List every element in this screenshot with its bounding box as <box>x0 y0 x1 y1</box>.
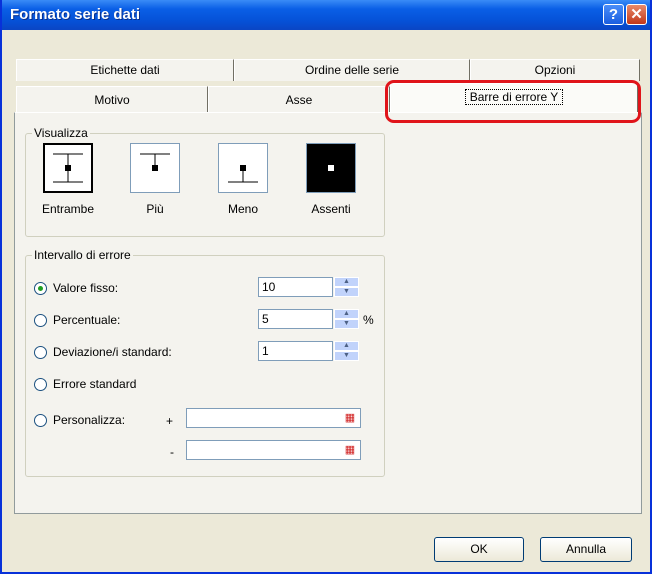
display-plus-label: Più <box>146 202 164 216</box>
display-minus-label: Meno <box>227 202 259 216</box>
visualizza-group: Visualizza Entrambe Più Meno Assenti <box>25 126 385 237</box>
range-select-icon[interactable]: ▦ <box>341 441 359 459</box>
tab-ordine-delle-serie[interactable]: Ordine delle serie <box>234 59 470 81</box>
display-plus-button[interactable] <box>130 143 180 193</box>
spin-up-icon[interactable]: ▲ <box>334 277 359 287</box>
errore-standard-label: Errore standard <box>53 377 137 391</box>
percentuale-label: Percentuale: <box>53 313 121 327</box>
tab-etichette-dati[interactable]: Etichette dati <box>16 59 234 81</box>
valore-fisso-spinner[interactable]: ▲ ▼ <box>334 277 359 297</box>
ok-button[interactable]: OK <box>434 537 524 562</box>
spin-down-icon[interactable]: ▼ <box>334 319 359 329</box>
valore-fisso-input[interactable]: 10 <box>258 277 333 297</box>
error-bar-minus-icon <box>228 165 258 183</box>
errore-standard-radio[interactable] <box>34 378 47 391</box>
highlight-annotation <box>385 80 641 123</box>
deviazione-radio[interactable] <box>34 346 47 359</box>
plus-sign: + <box>166 414 174 428</box>
dialog-window: Formato serie dati ? ✕ Etichette dati Or… <box>0 0 652 574</box>
display-minus-button[interactable] <box>218 143 268 193</box>
spin-down-icon[interactable]: ▼ <box>334 351 359 361</box>
percentuale-input[interactable]: 5 <box>258 309 333 329</box>
spin-up-icon[interactable]: ▲ <box>334 309 359 319</box>
valore-fisso-label: Valore fisso: <box>53 281 119 295</box>
close-button[interactable]: ✕ <box>626 4 647 25</box>
tab-motivo[interactable]: Motivo <box>16 86 208 112</box>
visualizza-title: Visualizza <box>32 126 90 140</box>
title-bar[interactable]: Formato serie dati ? ✕ <box>2 0 650 30</box>
deviazione-input[interactable]: 1 <box>258 341 333 361</box>
valore-fisso-radio[interactable] <box>34 282 47 295</box>
tab-asse[interactable]: Asse <box>208 86 390 112</box>
window-title: Formato serie dati <box>10 6 141 23</box>
personalizza-label: Personalizza: <box>53 413 126 427</box>
error-bar-both-icon <box>53 153 83 183</box>
spin-down-icon[interactable]: ▼ <box>334 287 359 297</box>
error-bar-plus-icon <box>140 153 170 171</box>
display-none-button[interactable] <box>306 143 356 193</box>
deviazione-label: Deviazione/i standard: <box>53 345 172 359</box>
tab-panel: Visualizza Entrambe Più Meno Assenti Int… <box>14 112 642 514</box>
minus-sign: - <box>170 445 174 459</box>
deviazione-spinner[interactable]: ▲ ▼ <box>334 341 359 361</box>
spin-up-icon[interactable]: ▲ <box>334 341 359 351</box>
percentuale-radio[interactable] <box>34 314 47 327</box>
error-bar-none-icon <box>328 165 334 171</box>
intervallo-title: Intervallo di errore <box>32 248 133 262</box>
intervallo-group: Intervallo di errore Valore fisso: 10 ▲ ▼… <box>25 248 385 477</box>
personalizza-minus-input[interactable]: ▦ <box>186 440 361 460</box>
cancel-button[interactable]: Annulla <box>540 537 632 562</box>
display-both-label: Entrambe <box>41 202 95 216</box>
display-none-label: Assenti <box>311 202 351 216</box>
percentuale-spinner[interactable]: ▲ ▼ <box>334 309 359 329</box>
personalizza-plus-input[interactable]: ▦ <box>186 408 361 428</box>
help-button[interactable]: ? <box>603 4 624 25</box>
range-select-icon[interactable]: ▦ <box>341 409 359 427</box>
personalizza-radio[interactable] <box>34 414 47 427</box>
tab-opzioni[interactable]: Opzioni <box>470 59 640 81</box>
percent-unit: % <box>363 313 374 327</box>
display-both-button[interactable] <box>43 143 93 193</box>
